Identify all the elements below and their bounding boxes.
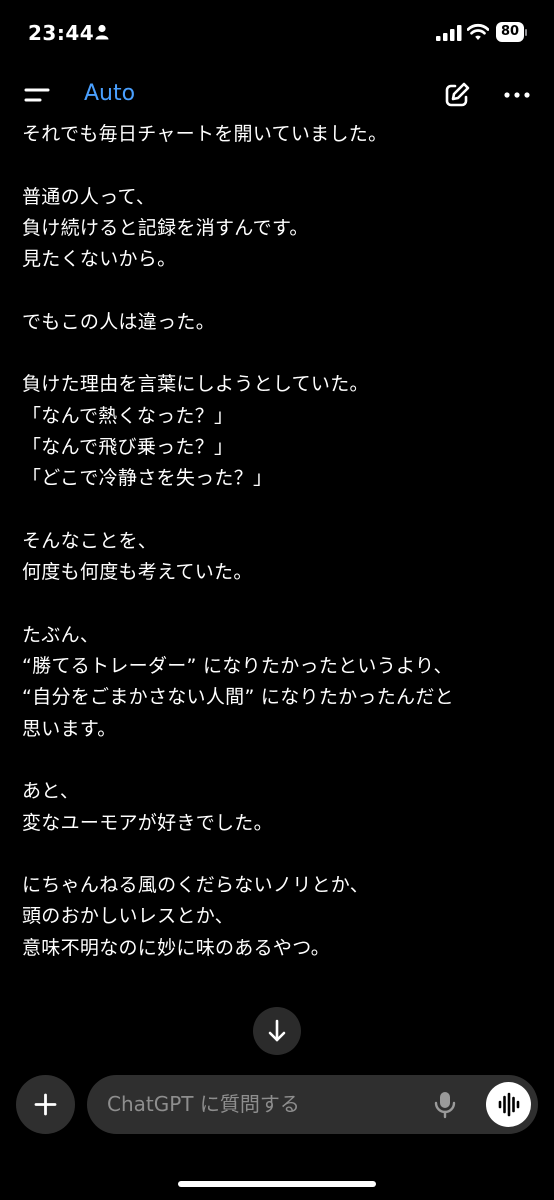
voice-mode-button[interactable] xyxy=(486,1082,531,1127)
status-time: 23:44 xyxy=(28,21,95,45)
battery-level: 80 xyxy=(496,22,524,42)
menu-button[interactable] xyxy=(22,80,54,110)
model-selector[interactable]: Auto xyxy=(84,81,135,106)
scroll-down-button[interactable] xyxy=(253,1007,301,1055)
mic-button[interactable] xyxy=(431,1090,459,1120)
plus-icon xyxy=(34,1093,57,1116)
person-icon xyxy=(95,24,109,40)
more-button[interactable] xyxy=(502,80,532,110)
menu-icon xyxy=(24,88,50,102)
voice-mode-icon xyxy=(498,1092,520,1117)
composer[interactable]: ChatGPT に質問する xyxy=(87,1075,538,1134)
more-icon xyxy=(504,92,530,98)
home-indicator[interactable] xyxy=(178,1181,376,1187)
new-chat-button[interactable] xyxy=(442,80,472,110)
arrow-down-icon xyxy=(268,1019,286,1042)
new-chat-icon xyxy=(445,82,470,107)
assistant-message: それでも毎日チャートを開いていました。 普通の人って、 負け続けると記録を消すん… xyxy=(22,123,454,959)
mic-icon xyxy=(434,1092,456,1119)
battery-icon: 80 xyxy=(496,22,527,42)
signal-icon xyxy=(436,25,462,41)
wifi-icon xyxy=(467,23,489,40)
message-area[interactable]: それでも毎日チャートを開いていました。 普通の人って、 負け続けると記録を消すん… xyxy=(22,112,532,1030)
message-input[interactable]: ChatGPT に質問する xyxy=(107,1075,300,1134)
add-attachment-button[interactable] xyxy=(16,1075,75,1134)
